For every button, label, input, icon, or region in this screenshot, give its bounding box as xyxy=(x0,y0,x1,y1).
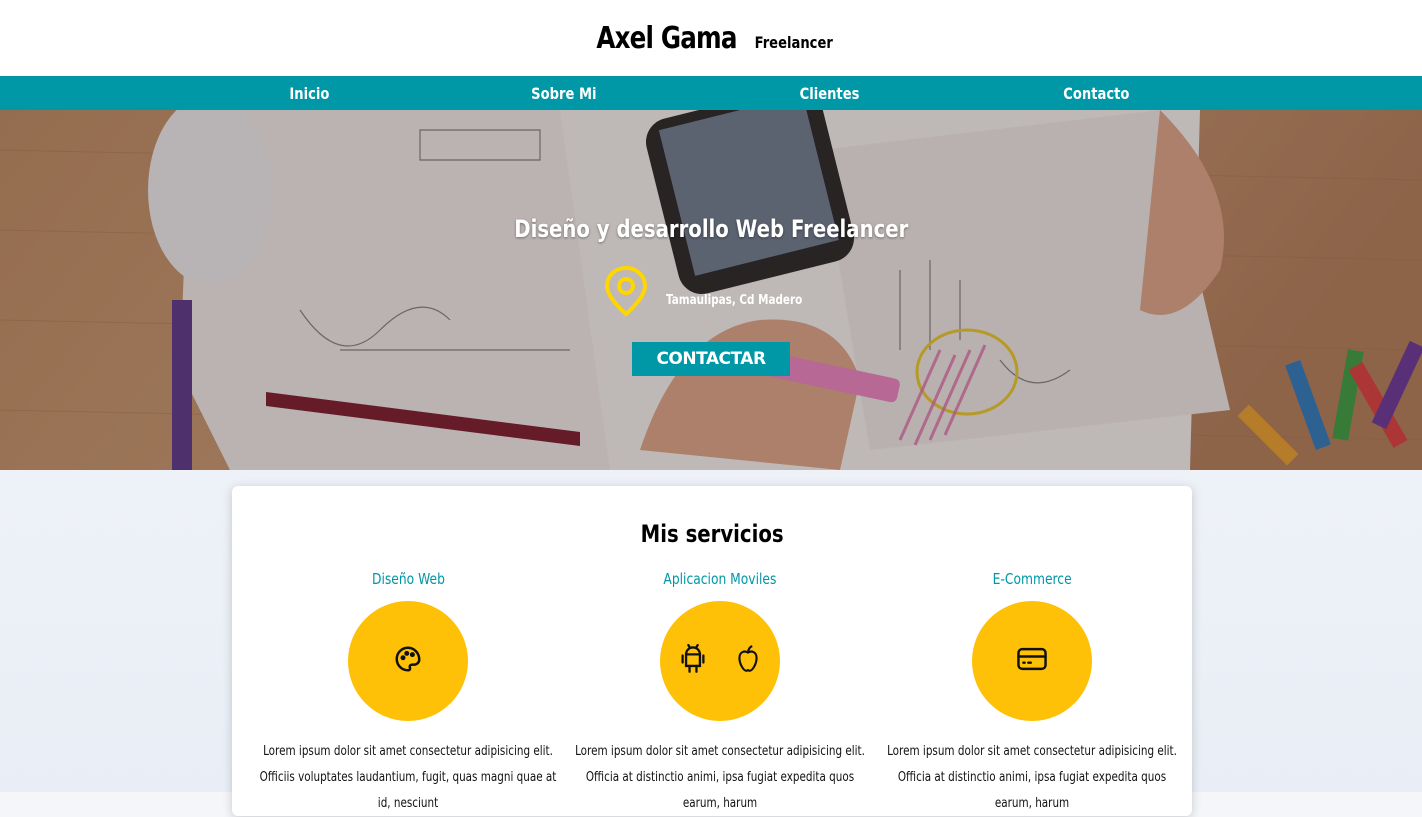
nav-link-sobre-mi[interactable]: Sobre Mi xyxy=(531,84,596,103)
service-e-commerce: E-Commerce Lorem ipsum dolor sit amet co… xyxy=(876,570,1188,817)
services-title: Mis servicios xyxy=(640,520,784,548)
service-name: Aplicacion Moviles xyxy=(663,570,777,588)
location-label: Tamaulipas, Cd Madero xyxy=(665,293,803,308)
hero-content: Diseño y desarrollo Web Freelancer Tamau… xyxy=(0,215,1422,376)
nav-link-clientes[interactable]: Clientes xyxy=(800,84,860,103)
service-icon-circle xyxy=(972,601,1092,721)
service-name: E-Commerce xyxy=(992,570,1072,588)
service-icon-circle xyxy=(660,601,780,721)
hero-section: Diseño y desarrollo Web Freelancer Tamau… xyxy=(0,110,1422,470)
brand-name: Axel Gama xyxy=(596,20,737,56)
service-description: Lorem ipsum dolor sit amet consectetur a… xyxy=(887,744,1177,811)
services-card: Mis servicios Diseño Web Lorem ipsum dol… xyxy=(232,486,1192,816)
main-nav: Inicio Sobre Mi Clientes Contacto xyxy=(0,76,1422,110)
service-aplicacion-moviles: Aplicacion Moviles Lorem ipsum dolor sit… xyxy=(564,570,876,817)
brand-tagline: Freelancer xyxy=(754,32,833,52)
apple-icon xyxy=(735,644,761,679)
site-header: Axel Gama Freelancer xyxy=(0,0,1422,76)
services-grid: Diseño Web Lorem ipsum dolor sit amet co… xyxy=(232,570,1192,817)
hero-title: Diseño y desarrollo Web Freelancer xyxy=(513,215,909,243)
brand[interactable]: Axel Gama Freelancer xyxy=(581,21,841,56)
service-diseno-web: Diseño Web Lorem ipsum dolor sit amet co… xyxy=(252,570,564,817)
android-icon xyxy=(679,643,707,679)
palette-icon xyxy=(393,644,423,679)
service-name: Diseño Web xyxy=(371,570,445,588)
service-description: Lorem ipsum dolor sit amet consectetur a… xyxy=(259,744,557,811)
service-description: Lorem ipsum dolor sit amet consectetur a… xyxy=(575,744,865,811)
location: Tamaulipas, Cd Madero xyxy=(0,265,1422,322)
service-icon-circle xyxy=(348,601,468,721)
nav-link-inicio[interactable]: Inicio xyxy=(289,84,329,103)
nav-link-contacto[interactable]: Contacto xyxy=(1064,84,1130,103)
map-pin-icon xyxy=(603,265,649,322)
contactar-button[interactable]: Contactar xyxy=(632,342,790,376)
credit-card-icon xyxy=(1016,646,1048,677)
